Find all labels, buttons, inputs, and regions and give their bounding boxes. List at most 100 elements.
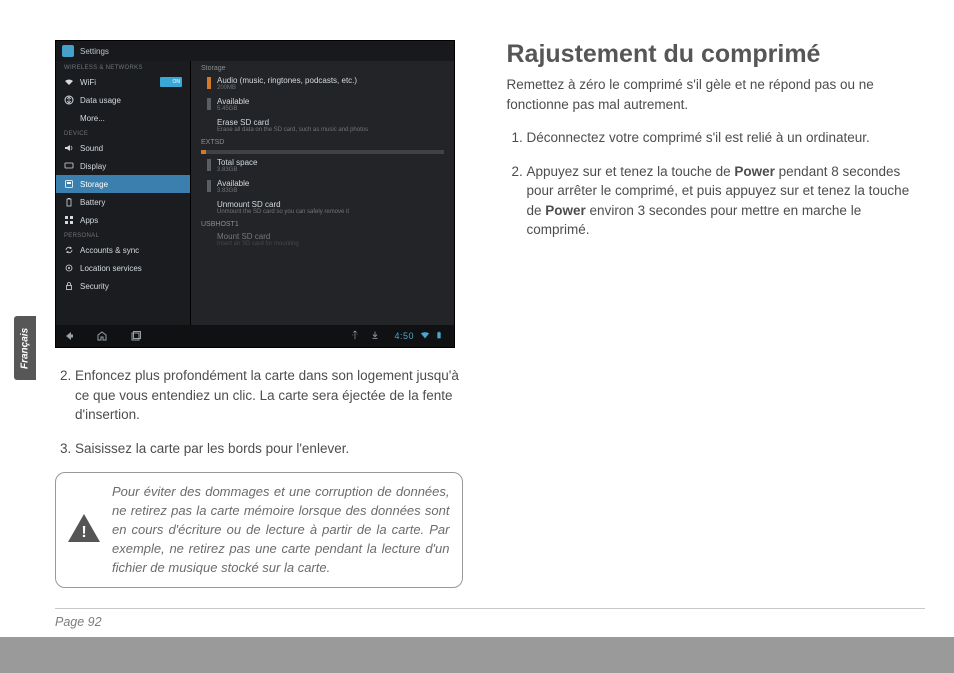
sidebar-item-apps[interactable]: Apps xyxy=(56,211,190,229)
sidebar-label: Data usage xyxy=(80,96,121,105)
android-clock: 4:50 xyxy=(394,331,414,341)
apps-icon xyxy=(64,215,74,225)
home-icon[interactable] xyxy=(96,330,108,342)
sidebar-item-battery[interactable]: Battery xyxy=(56,193,190,211)
usage-bar-icon xyxy=(207,98,211,110)
right-steps: Déconnectez votre comprimé s'il est reli… xyxy=(507,128,915,240)
download-icon xyxy=(370,330,382,342)
step-3: Saisissez la carte par les bords pour l'… xyxy=(75,439,463,459)
warning-icon xyxy=(68,514,100,546)
item-title: Total space xyxy=(217,158,257,167)
sidebar-label: More... xyxy=(80,114,105,123)
item-sub: Unmount the SD card so you can safely re… xyxy=(217,209,349,215)
sidebar-label: Accounts & sync xyxy=(80,246,139,255)
step-bold: Power xyxy=(545,203,586,218)
usage-bar xyxy=(201,150,444,154)
right-column: Rajustement du comprimé Remettez à zéro … xyxy=(503,40,915,588)
step-text: Déconnectez votre comprimé s'il est reli… xyxy=(527,130,870,145)
sidebar-item-datausage[interactable]: Data usage xyxy=(56,91,190,109)
storage-item-available2[interactable]: Available 3.83GB xyxy=(191,177,454,196)
back-icon[interactable] xyxy=(62,330,74,342)
item-sub: Insert an SD card for mounting xyxy=(217,241,299,247)
item-title: Audio (music, ringtones, podcasts, etc.) xyxy=(217,76,357,85)
sidebar-item-storage[interactable]: Storage xyxy=(56,175,190,193)
step-bold: Power xyxy=(734,164,775,179)
wifi-toggle[interactable]: ON xyxy=(160,77,182,87)
left-column: Settings WIRELESS & NETWORKS WiFi ON xyxy=(55,40,467,588)
usage-bar-icon xyxy=(207,159,211,171)
sidebar-item-wifi[interactable]: WiFi ON xyxy=(56,73,190,91)
item-sub: 3.83GB xyxy=(217,167,257,173)
storage-item-unmount[interactable]: Unmount SD card Unmount the SD card so y… xyxy=(191,198,454,217)
android-navbar: 4:50 xyxy=(56,325,454,347)
right-step-2: Appuyez sur et tenez la touche de Power … xyxy=(527,162,915,240)
page-content: Settings WIRELESS & NETWORKS WiFi ON xyxy=(0,0,954,588)
android-title: Settings xyxy=(80,47,109,56)
settings-icon xyxy=(62,45,74,57)
sidebar-label: Battery xyxy=(80,198,105,207)
storage-item-mount[interactable]: Mount SD card Insert an SD card for moun… xyxy=(191,230,454,249)
android-screenshot: Settings WIRELESS & NETWORKS WiFi ON xyxy=(55,40,455,348)
battery-icon xyxy=(64,197,74,207)
sidebar-label: Storage xyxy=(80,180,108,189)
item-sub: 5.45GB xyxy=(217,106,249,112)
section-wireless: WIRELESS & NETWORKS xyxy=(56,61,190,73)
storage-item-available[interactable]: Available 5.45GB xyxy=(191,95,454,114)
sidebar-item-security[interactable]: Security xyxy=(56,277,190,295)
display-icon xyxy=(64,161,74,171)
section-intro: Remettez à zéro le comprimé s'il gèle et… xyxy=(507,75,915,114)
step-2: Enfoncez plus profondément la carte dans… xyxy=(75,366,463,425)
sidebar-label: Security xyxy=(80,282,109,291)
sidebar-item-location[interactable]: Location services xyxy=(56,259,190,277)
sidebar-label: Sound xyxy=(80,144,103,153)
blank-icon xyxy=(64,113,74,123)
sync-icon xyxy=(64,245,74,255)
right-step-1: Déconnectez votre comprimé s'il est reli… xyxy=(527,128,915,148)
group-usbhost: USBHOST1 xyxy=(191,219,454,230)
item-title: Available xyxy=(217,97,249,106)
item-title: Erase SD card xyxy=(217,118,368,127)
sidebar-label: Display xyxy=(80,162,106,171)
usb-icon xyxy=(350,330,362,342)
item-sub: 200MB xyxy=(217,85,357,91)
left-steps: Enfoncez plus profondément la carte dans… xyxy=(55,366,463,458)
item-sub: Erase all data on the SD card, such as m… xyxy=(217,127,368,133)
wifi-status-icon xyxy=(420,330,432,342)
location-icon xyxy=(64,263,74,273)
sidebar-label: Location services xyxy=(80,264,142,273)
battery-status-icon xyxy=(436,330,448,342)
sidebar-label: WiFi xyxy=(80,78,96,87)
footer-bar xyxy=(0,637,954,673)
recents-icon[interactable] xyxy=(130,330,142,342)
lock-icon xyxy=(64,281,74,291)
language-tab: Français xyxy=(14,316,36,380)
data-icon xyxy=(64,95,74,105)
callout-text: Pour éviter des dommages et une corrupti… xyxy=(112,484,450,574)
android-content: Storage Audio (music, ringtones, podcast… xyxy=(191,61,454,325)
sidebar-item-sound[interactable]: Sound xyxy=(56,139,190,157)
section-title: Rajustement du comprimé xyxy=(507,40,915,69)
item-title: Unmount SD card xyxy=(217,200,349,209)
storage-item-audio[interactable]: Audio (music, ringtones, podcasts, etc.)… xyxy=(191,74,454,93)
android-titlebar: Settings xyxy=(56,41,454,61)
sidebar-item-accounts[interactable]: Accounts & sync xyxy=(56,241,190,259)
group-extsd: EXTSD xyxy=(191,137,454,148)
sidebar-item-more[interactable]: More... xyxy=(56,109,190,127)
warning-callout: Pour éviter des dommages et une corrupti… xyxy=(55,472,463,588)
step-text: Appuyez sur et tenez la touche de xyxy=(527,164,735,179)
usage-bar-icon xyxy=(207,180,211,192)
sidebar-item-display[interactable]: Display xyxy=(56,157,190,175)
storage-icon xyxy=(64,179,74,189)
storage-item-erase[interactable]: Erase SD card Erase all data on the SD c… xyxy=(191,116,454,135)
wifi-icon xyxy=(64,77,74,87)
section-device: DEVICE xyxy=(56,127,190,139)
section-personal: PERSONAL xyxy=(56,229,190,241)
sidebar-label: Apps xyxy=(80,216,98,225)
item-sub: 3.83GB xyxy=(217,188,249,194)
storage-item-total[interactable]: Total space 3.83GB xyxy=(191,156,454,175)
usage-bar-icon xyxy=(207,77,211,89)
android-sidebar: WIRELESS & NETWORKS WiFi ON Data usage xyxy=(56,61,191,325)
sound-icon xyxy=(64,143,74,153)
page-number: Page 92 xyxy=(55,608,925,629)
item-title: Available xyxy=(217,179,249,188)
